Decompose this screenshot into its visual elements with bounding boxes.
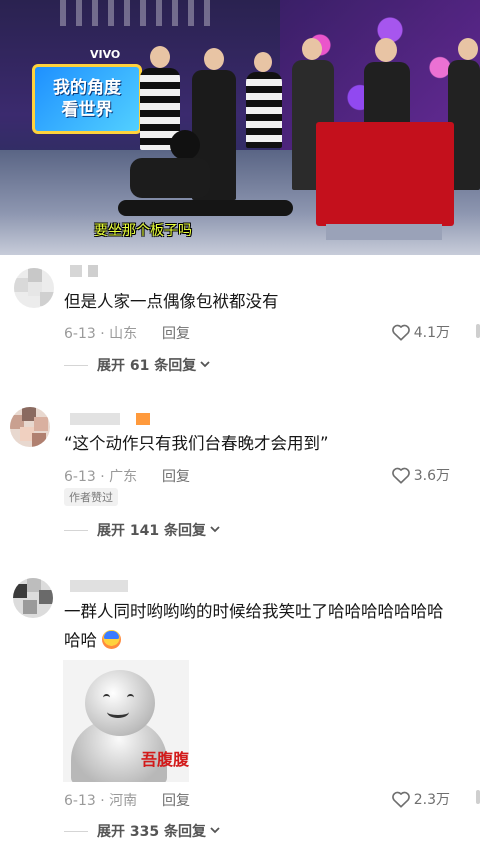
like-button[interactable]: 2.3万 bbox=[391, 789, 450, 809]
comment-date-location: 6-13 · 山东 bbox=[64, 326, 138, 342]
like-count: 4.1万 bbox=[413, 325, 450, 341]
reply-button[interactable]: 回复 bbox=[162, 790, 190, 810]
laughing-emoji-icon bbox=[102, 630, 122, 649]
comment-text: “这个动作只有我们台春晚才会用到” bbox=[64, 434, 329, 453]
comment-text-tail: 哈哈 bbox=[64, 631, 97, 650]
stage-lights bbox=[60, 0, 210, 26]
avatar[interactable] bbox=[10, 407, 50, 447]
table-base bbox=[326, 224, 442, 240]
divider bbox=[64, 530, 88, 531]
heart-outline-icon bbox=[391, 790, 411, 808]
heart-outline-icon bbox=[391, 323, 411, 341]
chevron-down-icon bbox=[199, 357, 211, 373]
sticker-caption: 吾腹腹 bbox=[141, 750, 189, 769]
comment-text-line: 一群人同时哟哟哟的时候给我笑吐了哈哈哈哈哈哈哈 bbox=[64, 602, 444, 621]
like-count: 3.6万 bbox=[413, 468, 450, 484]
divider bbox=[64, 831, 88, 832]
chevron-down-icon bbox=[209, 823, 221, 839]
video-subtitle: 要坐那个板子吗 bbox=[94, 223, 192, 239]
more-indicator bbox=[476, 324, 480, 338]
avatar[interactable] bbox=[13, 578, 53, 618]
expand-replies-label: 展开 61 条回复 bbox=[97, 358, 197, 374]
expand-replies-button[interactable]: 展开 141 条回复 bbox=[97, 520, 221, 540]
reply-button[interactable]: 回复 bbox=[162, 466, 190, 486]
author-liked-badge: 作者赞过 bbox=[64, 488, 118, 506]
reply-button[interactable]: 回复 bbox=[162, 323, 190, 343]
show-logo: 我的角度 看世界 bbox=[32, 64, 142, 134]
comment-text-line2: 哈哈 bbox=[64, 627, 122, 654]
like-count: 2.3万 bbox=[413, 792, 450, 808]
chevron-down-icon bbox=[209, 522, 221, 538]
expand-replies-button[interactable]: 展开 61 条回复 bbox=[97, 355, 211, 375]
sponsor-brand: VIVO bbox=[90, 48, 121, 61]
avatar[interactable] bbox=[14, 268, 54, 308]
divider bbox=[64, 365, 88, 366]
comment-date-location: 6-13 · 河南 bbox=[64, 793, 138, 809]
more-indicator bbox=[476, 790, 480, 804]
show-logo-line1: 我的角度 bbox=[53, 78, 121, 98]
video-player[interactable]: VIVO 我的角度 看世界 要坐那个板子吗 bbox=[0, 0, 480, 255]
meme-sticker-image[interactable]: 吾腹腹 bbox=[63, 660, 189, 782]
expand-replies-label: 展开 141 条回复 bbox=[97, 523, 206, 539]
comment-text: 但是人家一点偶像包袱都没有 bbox=[64, 292, 279, 311]
red-table bbox=[316, 122, 454, 226]
like-button[interactable]: 3.6万 bbox=[391, 465, 450, 485]
expand-replies-label: 展开 335 条回复 bbox=[97, 824, 206, 840]
comment-date-location: 6-13 · 广东 bbox=[64, 469, 138, 485]
like-button[interactable]: 4.1万 bbox=[391, 322, 450, 342]
expand-replies-button[interactable]: 展开 335 条回复 bbox=[97, 821, 221, 841]
show-logo-line2: 看世界 bbox=[61, 100, 113, 120]
heart-outline-icon bbox=[391, 466, 411, 484]
